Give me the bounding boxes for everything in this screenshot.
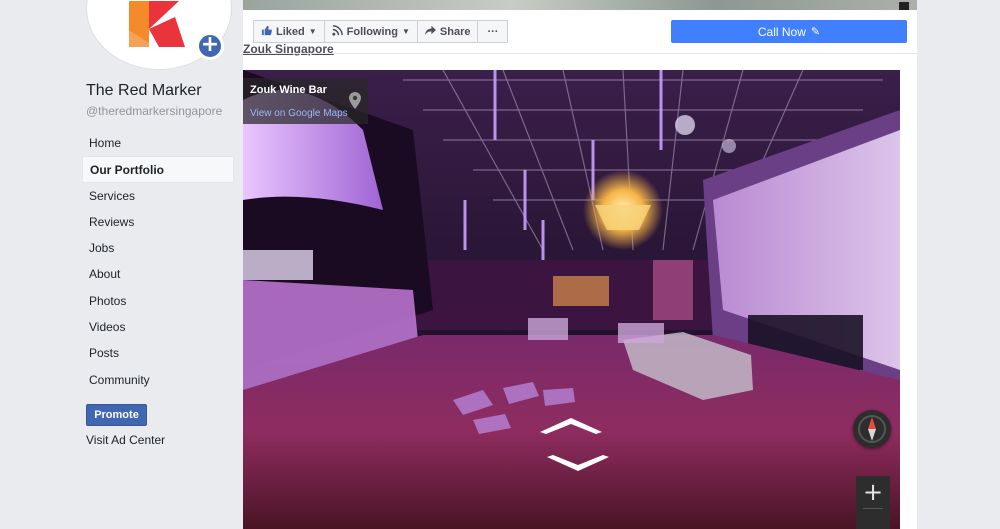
liked-button[interactable]: Liked ▼ [253, 20, 325, 43]
nav-item-about[interactable]: About [82, 261, 234, 287]
nav-item-posts[interactable]: Posts [82, 340, 234, 366]
more-options-button[interactable]: ··· [477, 20, 509, 43]
zoom-in-button[interactable]: + [856, 476, 890, 508]
right-gutter [917, 0, 1000, 529]
compass-needle-icon [858, 415, 886, 443]
nav-item-community[interactable]: Community [82, 367, 234, 393]
share-arrow-icon [424, 25, 436, 39]
following-label: Following [346, 25, 398, 38]
page-username[interactable]: @theredmarkersingapore [86, 104, 222, 118]
cover-corner [899, 2, 909, 10]
page-title[interactable]: The Red Marker [86, 82, 202, 100]
main-column: Liked ▼ Following ▼ Share ··· Call Now ✎… [243, 0, 917, 529]
chevron-down-icon: ▼ [401, 27, 410, 36]
place-name: Zouk Wine Bar [250, 84, 327, 96]
nav-item-home[interactable]: Home [82, 130, 234, 156]
header-divider [243, 53, 917, 54]
share-button[interactable]: Share [416, 20, 479, 43]
navigate-forward-arrow-icon[interactable] [538, 416, 604, 436]
street-view-embed[interactable]: Zouk Wine Bar View on Google Maps + [243, 70, 900, 529]
zoom-separator [863, 508, 883, 509]
view-on-google-maps-link[interactable]: View on Google Maps [250, 108, 348, 119]
liked-label: Liked [276, 25, 305, 38]
following-button[interactable]: Following ▼ [323, 20, 418, 43]
street-view-info-card: Zouk Wine Bar View on Google Maps [243, 78, 368, 124]
compass-icon[interactable] [853, 410, 891, 448]
nav-item-our-portfolio[interactable]: Our Portfolio [82, 156, 234, 183]
more-icon: ··· [487, 25, 499, 38]
post-link-partial[interactable]: Zouk Singapore [243, 44, 334, 56]
nav-item-videos[interactable]: Videos [82, 314, 234, 340]
thumbs-up-icon [261, 25, 272, 39]
map-pin-icon[interactable] [349, 92, 361, 109]
page-nav: Home Our Portfolio Services Reviews Jobs… [82, 130, 234, 393]
nav-item-services[interactable]: Services [82, 183, 234, 209]
left-column: + The Red Marker @theredmarkersingapore … [0, 0, 243, 529]
zoom-controls: + [856, 476, 890, 529]
navigate-back-arrow-icon[interactable] [545, 453, 611, 473]
red-marker-logo [129, 1, 185, 47]
nav-item-photos[interactable]: Photos [82, 288, 234, 314]
promote-button[interactable]: Promote [86, 404, 147, 426]
share-label: Share [439, 25, 471, 38]
call-now-label: Call Now [757, 24, 806, 39]
chevron-down-icon: ▼ [308, 27, 317, 36]
cover-photo[interactable] [243, 0, 917, 10]
nav-item-jobs[interactable]: Jobs [82, 235, 234, 261]
add-photo-icon[interactable]: + [196, 32, 224, 60]
rss-icon [332, 24, 343, 39]
call-now-button[interactable]: Call Now ✎ [671, 20, 907, 43]
nav-item-reviews[interactable]: Reviews [82, 209, 234, 235]
pencil-icon[interactable]: ✎ [811, 25, 820, 38]
visit-ad-center-link[interactable]: Visit Ad Center [86, 433, 165, 447]
page-actions: Liked ▼ Following ▼ Share ··· [253, 20, 509, 43]
